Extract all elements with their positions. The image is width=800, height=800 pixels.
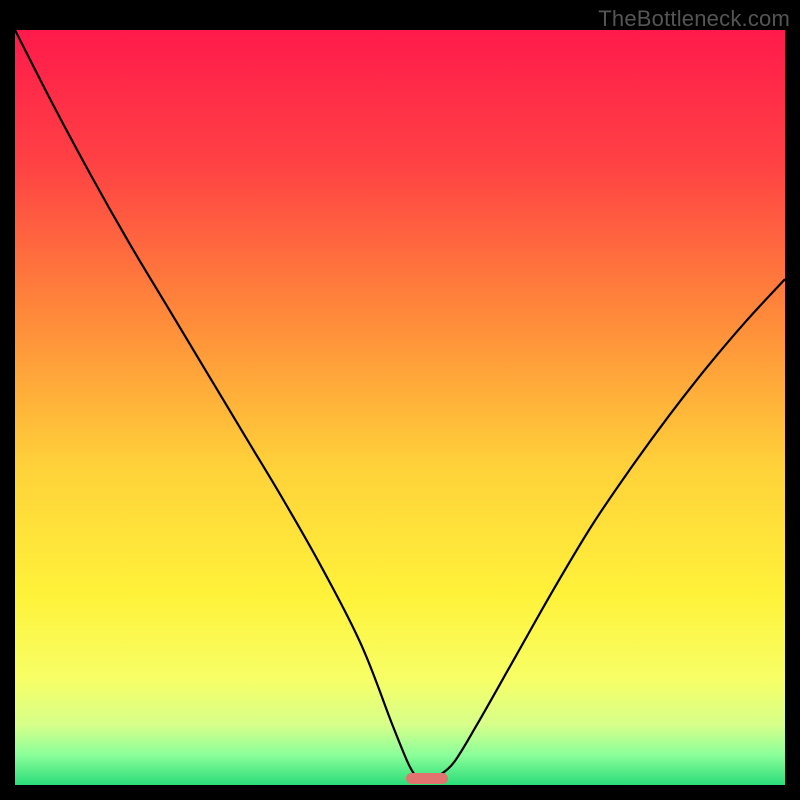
curve-left-branch: [15, 30, 415, 776]
watermark-text: TheBottleneck.com: [598, 6, 790, 32]
plot-area: [15, 30, 785, 785]
curve-right-branch: [439, 279, 786, 776]
chart-frame: TheBottleneck.com: [0, 0, 800, 800]
bottleneck-curve: [15, 30, 785, 785]
optimal-range-marker: [406, 773, 448, 784]
